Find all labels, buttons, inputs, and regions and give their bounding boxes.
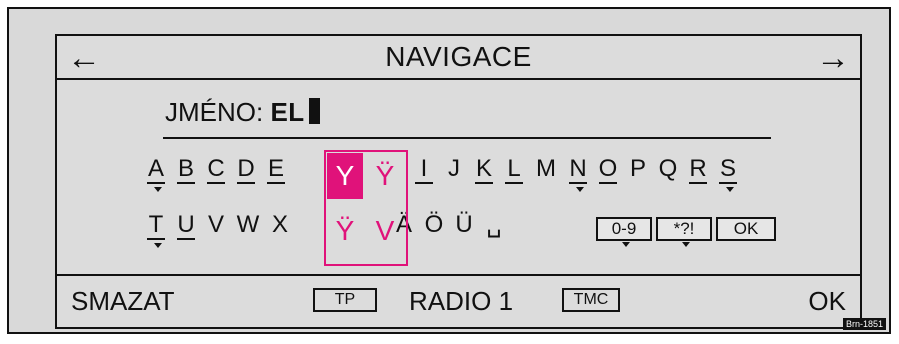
page-title: NAVIGACE — [385, 41, 532, 72]
radio-screen: ← NAVIGACE → JMÉNO: EL A B C D E I J K L… — [55, 34, 862, 329]
header-divider — [57, 78, 860, 80]
key-k[interactable]: K — [473, 154, 495, 184]
key-u[interactable]: U — [175, 210, 197, 240]
key-s[interactable]: S — [717, 154, 739, 192]
text-cursor — [308, 98, 320, 124]
key-w[interactable]: W — [235, 210, 261, 240]
key-b[interactable]: B — [175, 154, 197, 184]
forward-arrow-icon[interactable]: → — [816, 38, 850, 78]
name-underline — [163, 137, 771, 139]
name-label: JMÉNO: — [165, 97, 264, 127]
tmc-indicator: TMC — [562, 288, 620, 312]
key-c[interactable]: C — [205, 154, 227, 184]
key-r[interactable]: R — [687, 154, 709, 184]
key-t[interactable]: T — [145, 210, 167, 248]
key-e[interactable]: E — [265, 154, 287, 184]
key-p[interactable]: P — [627, 154, 649, 184]
name-value: EL — [270, 97, 305, 127]
key-y-umlaut[interactable]: Ÿ — [367, 153, 403, 199]
key-u-umlaut[interactable]: Ü — [453, 210, 475, 240]
name-entry[interactable]: JMÉNO: EL — [165, 94, 320, 130]
key-i[interactable]: I — [413, 154, 435, 184]
key-l[interactable]: L — [503, 154, 525, 184]
key-space[interactable]: ␣ — [483, 210, 505, 240]
key-y-selected[interactable]: Y — [327, 153, 363, 199]
key-a[interactable]: A — [145, 154, 167, 192]
key-v[interactable]: V — [205, 210, 227, 240]
key-d[interactable]: D — [235, 154, 257, 184]
key-q[interactable]: Q — [657, 154, 679, 184]
key-v-alt[interactable]: V — [367, 208, 403, 254]
key-y-umlaut-2[interactable]: Ÿ — [327, 208, 363, 254]
key-o[interactable]: O — [597, 154, 619, 184]
softkey-bar: SMAZAT TP RADIO 1 TMC OK — [57, 274, 860, 330]
key-x[interactable]: X — [269, 210, 291, 240]
keyboard-row-1: A B C D E I J K L M N O P Q R S — [145, 154, 747, 192]
keyboard-ok-button[interactable]: OK — [716, 217, 776, 241]
key-o-umlaut[interactable]: Ö — [423, 210, 445, 240]
numbers-button[interactable]: 0-9 — [596, 217, 652, 247]
tp-indicator: TP — [313, 288, 377, 312]
key-j[interactable]: J — [443, 154, 465, 184]
delete-button[interactable]: SMAZAT — [71, 282, 175, 320]
symbols-button[interactable]: *?! — [656, 217, 712, 247]
ok-button[interactable]: OK — [808, 282, 846, 320]
figure-code: Brn-1851 — [842, 318, 886, 330]
station-name: RADIO 1 — [409, 286, 514, 316]
key-n[interactable]: N — [567, 154, 589, 192]
display-frame: ← NAVIGACE → JMÉNO: EL A B C D E I J K L… — [7, 7, 891, 334]
key-m[interactable]: M — [533, 154, 559, 184]
